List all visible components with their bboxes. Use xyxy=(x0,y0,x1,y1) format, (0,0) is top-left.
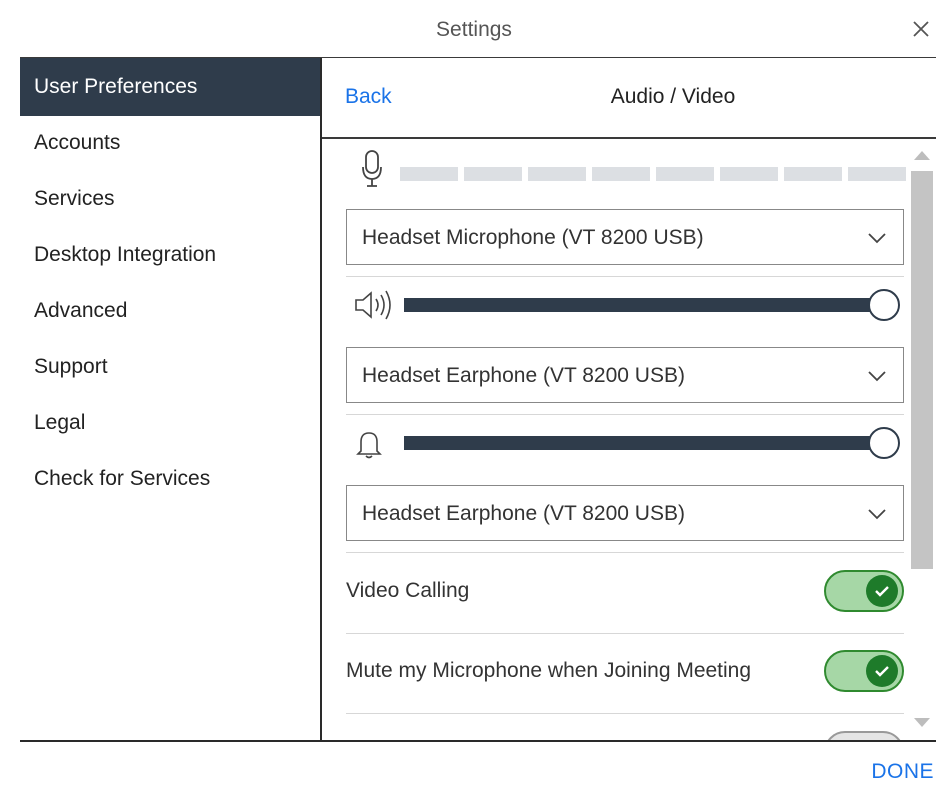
sidebar-item-desktop-integration[interactable]: Desktop Integration xyxy=(20,226,320,284)
section-title: Audio / Video xyxy=(610,85,736,108)
checkmark-icon xyxy=(875,586,889,597)
mute-microphone-label: Mute my Microphone when Joining Meeting xyxy=(346,659,752,682)
speaker-device-value: Headset Earphone (VT 8200 USB) xyxy=(362,364,685,387)
video-calling-row: Video Calling xyxy=(346,553,904,629)
toggle-knob xyxy=(866,655,898,687)
sidebar-item-advanced[interactable]: Advanced xyxy=(20,282,320,340)
mute-microphone-toggle[interactable] xyxy=(824,650,904,692)
content-scrollbar[interactable] xyxy=(908,139,936,740)
sidebar-item-legal[interactable]: Legal xyxy=(20,394,320,452)
row-divider xyxy=(346,414,904,415)
speaker-volume-row xyxy=(346,287,906,323)
sidebar-item-check-for-services[interactable]: Check for Services xyxy=(20,450,320,508)
close-icon xyxy=(913,21,929,37)
ringer-volume-slider[interactable] xyxy=(404,436,884,450)
meter-segment xyxy=(848,167,906,181)
content-header: Back Audio / Video xyxy=(322,58,936,138)
sidebar-item-user-preferences[interactable]: User Preferences xyxy=(20,58,320,116)
video-calling-toggle[interactable] xyxy=(824,570,904,612)
chevron-down-icon xyxy=(868,371,886,382)
speaker-volume-thumb[interactable] xyxy=(868,289,900,321)
ringer-device-value: Headset Earphone (VT 8200 USB) xyxy=(362,502,685,525)
speaker-volume-slider[interactable] xyxy=(404,298,884,312)
title-bar: Settings xyxy=(0,0,948,58)
meter-segment xyxy=(784,167,842,181)
settings-window: Settings User Preferences Accounts Servi… xyxy=(0,0,948,795)
microphone-device-value: Headset Microphone (VT 8200 USB) xyxy=(362,226,704,249)
sidebar: User Preferences Accounts Services Deskt… xyxy=(20,58,320,740)
microphone-icon xyxy=(362,150,382,187)
meter-segment xyxy=(400,167,458,181)
scrollbar-thumb[interactable] xyxy=(911,171,933,569)
footer-divider xyxy=(20,740,936,742)
meter-segment xyxy=(720,167,778,181)
bell-icon xyxy=(356,432,382,459)
window-title: Settings xyxy=(436,18,512,41)
checkmark-icon xyxy=(875,666,889,677)
ringer-volume-row xyxy=(346,425,906,461)
chevron-down-icon xyxy=(868,233,886,244)
scroll-down-arrow-icon[interactable] xyxy=(912,717,932,729)
video-calling-label: Video Calling xyxy=(346,579,470,602)
meter-segment xyxy=(592,167,650,181)
next-setting-toggle[interactable] xyxy=(824,731,904,740)
meter-segment xyxy=(656,167,714,181)
microphone-level-meter xyxy=(360,147,920,187)
meter-segment xyxy=(528,167,586,181)
row-divider xyxy=(346,276,904,277)
close-button[interactable] xyxy=(908,14,934,44)
row-divider xyxy=(346,713,904,714)
sidebar-item-support[interactable]: Support xyxy=(20,338,320,396)
meter-segment xyxy=(464,167,522,181)
ringer-device-select[interactable]: Headset Earphone (VT 8200 USB) xyxy=(346,485,904,541)
sidebar-item-services[interactable]: Services xyxy=(20,170,320,228)
speaker-icon xyxy=(355,290,391,320)
microphone-device-select[interactable]: Headset Microphone (VT 8200 USB) xyxy=(346,209,904,265)
sidebar-item-accounts[interactable]: Accounts xyxy=(20,114,320,172)
speaker-device-select[interactable]: Headset Earphone (VT 8200 USB) xyxy=(346,347,904,403)
audio-video-panel: Headset Microphone (VT 8200 USB) Headset… xyxy=(322,139,936,740)
chevron-down-icon xyxy=(868,509,886,520)
done-button[interactable]: DONE xyxy=(871,760,934,784)
toggle-knob xyxy=(866,575,898,607)
scroll-up-arrow-icon[interactable] xyxy=(912,149,932,161)
mute-microphone-row: Mute my Microphone when Joining Meeting xyxy=(346,633,904,709)
ringer-volume-thumb[interactable] xyxy=(868,427,900,459)
